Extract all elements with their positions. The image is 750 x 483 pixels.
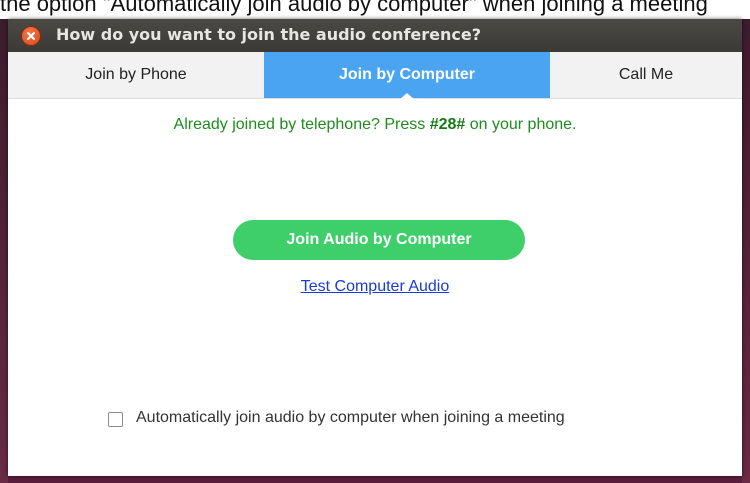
active-tab-caret-icon (399, 93, 415, 100)
notice-code: #28# (429, 116, 466, 133)
tab-bar: Join by Phone Join by Computer Call Me (8, 52, 742, 99)
close-icon (27, 32, 35, 40)
phone-join-notice: Already joined by telephone? Press #28# … (8, 116, 742, 134)
desktop-background-right (742, 19, 750, 483)
background-caption-text: the option "Automatically join audio by … (0, 0, 708, 16)
desktop-background-left (0, 19, 8, 483)
test-audio-link-row: Test Computer Audio (8, 276, 742, 296)
auto-join-label[interactable]: Automatically join audio by computer whe… (136, 409, 565, 427)
dialog-titlebar: How do you want to join the audio confer… (8, 19, 742, 52)
notice-prefix: Already joined by telephone? Press (173, 116, 430, 133)
dialog-title: How do you want to join the audio confer… (56, 25, 482, 44)
tab-join-by-computer[interactable]: Join by Computer (264, 52, 550, 98)
join-audio-by-computer-button[interactable]: Join Audio by Computer (233, 220, 525, 260)
test-computer-audio-link[interactable]: Test Computer Audio (301, 278, 450, 295)
auto-join-checkbox[interactable] (108, 412, 123, 427)
notice-suffix: on your phone. (465, 116, 577, 133)
audio-join-dialog: How do you want to join the audio confer… (8, 19, 742, 476)
tab-call-me[interactable]: Call Me (550, 52, 742, 98)
close-button[interactable] (22, 27, 40, 45)
background-caption-strip: the option "Automatically join audio by … (0, 0, 750, 19)
tab-join-by-phone[interactable]: Join by Phone (8, 52, 264, 98)
